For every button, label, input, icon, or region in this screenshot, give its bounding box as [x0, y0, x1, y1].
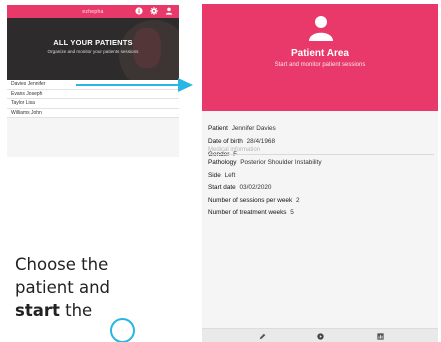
chart-icon[interactable]	[377, 333, 384, 340]
caption-line: Choose the	[15, 255, 109, 274]
field-label: Patient	[208, 125, 228, 132]
bottom-action-bar	[202, 328, 438, 342]
field-value: Jennifer Davies	[231, 125, 276, 132]
field-label: Date of birth	[208, 138, 243, 145]
pencil-icon[interactable]	[259, 333, 266, 340]
patient-area-screen: Patient Area Start and monitor patient s…	[202, 4, 438, 342]
medical-section-title: Medical information	[208, 147, 434, 155]
field-value: 03/02/2020	[239, 184, 272, 191]
field-label: Number of treatment weeks	[208, 209, 287, 216]
field-label: Start date	[208, 184, 236, 191]
caption-text: the	[59, 301, 93, 320]
patient-list-item[interactable]: Taylor Lisa	[7, 99, 179, 109]
medical-details: Pathology Posterior Shoulder Instability…	[208, 159, 434, 222]
field-value: 2	[295, 196, 300, 204]
caption-line: start the	[15, 299, 175, 322]
field-label: Side	[208, 171, 221, 179]
field-value: Posterior Shoulder Instability	[240, 159, 322, 166]
arrow-head-icon	[178, 78, 193, 92]
field-value: 5	[290, 209, 294, 216]
patient-name-row: Patient Jennifer Davies	[208, 125, 434, 138]
patient-list-item[interactable]: Evans Joseph	[7, 90, 179, 99]
caption-line: patient and	[15, 278, 111, 297]
page-title: Patient Area	[291, 48, 349, 59]
pointer-arrow	[76, 84, 180, 86]
field-value: 28/4/1968	[246, 138, 276, 145]
patient-list-screen: ezhepha ALL YOUR PATIENTS Organize and m…	[7, 5, 179, 157]
pathology-row: Pathology Posterior Shoulder Instability	[208, 159, 434, 172]
hero-subtitle: Organize and monitor your patients sessi…	[47, 49, 139, 54]
field-label: Pathology	[208, 159, 237, 166]
field-value: Left	[224, 171, 236, 179]
gear-icon[interactable]	[150, 7, 158, 15]
page-subtitle: Start and monitor patient sessions	[274, 62, 366, 68]
treatment-weeks-row: Number of treatment weeks 5	[208, 209, 434, 222]
patient-list-item[interactable]: Williams John	[7, 109, 179, 118]
info-icon[interactable]	[135, 7, 143, 15]
hero-title: ALL YOUR PATIENTS	[53, 38, 133, 47]
field-label: Number of sessions per week	[208, 196, 293, 204]
start-date-row: Start date 03/02/2020	[208, 184, 434, 197]
caption-emphasis: start	[15, 301, 60, 320]
side-row: Side Left	[208, 172, 434, 185]
user-icon[interactable]	[165, 7, 173, 15]
patient-area-header: Patient Area Start and monitor patient s…	[202, 4, 438, 111]
hero-banner: ALL YOUR PATIENTS Organize and monitor y…	[7, 18, 179, 80]
top-app-bar: ezhepha	[7, 5, 179, 18]
play-icon[interactable]	[317, 333, 324, 340]
patient-icon	[309, 16, 333, 41]
instruction-caption: Choose the patient and start the	[15, 253, 175, 322]
sessions-per-week-row: Number of sessions per week 2	[208, 197, 434, 210]
